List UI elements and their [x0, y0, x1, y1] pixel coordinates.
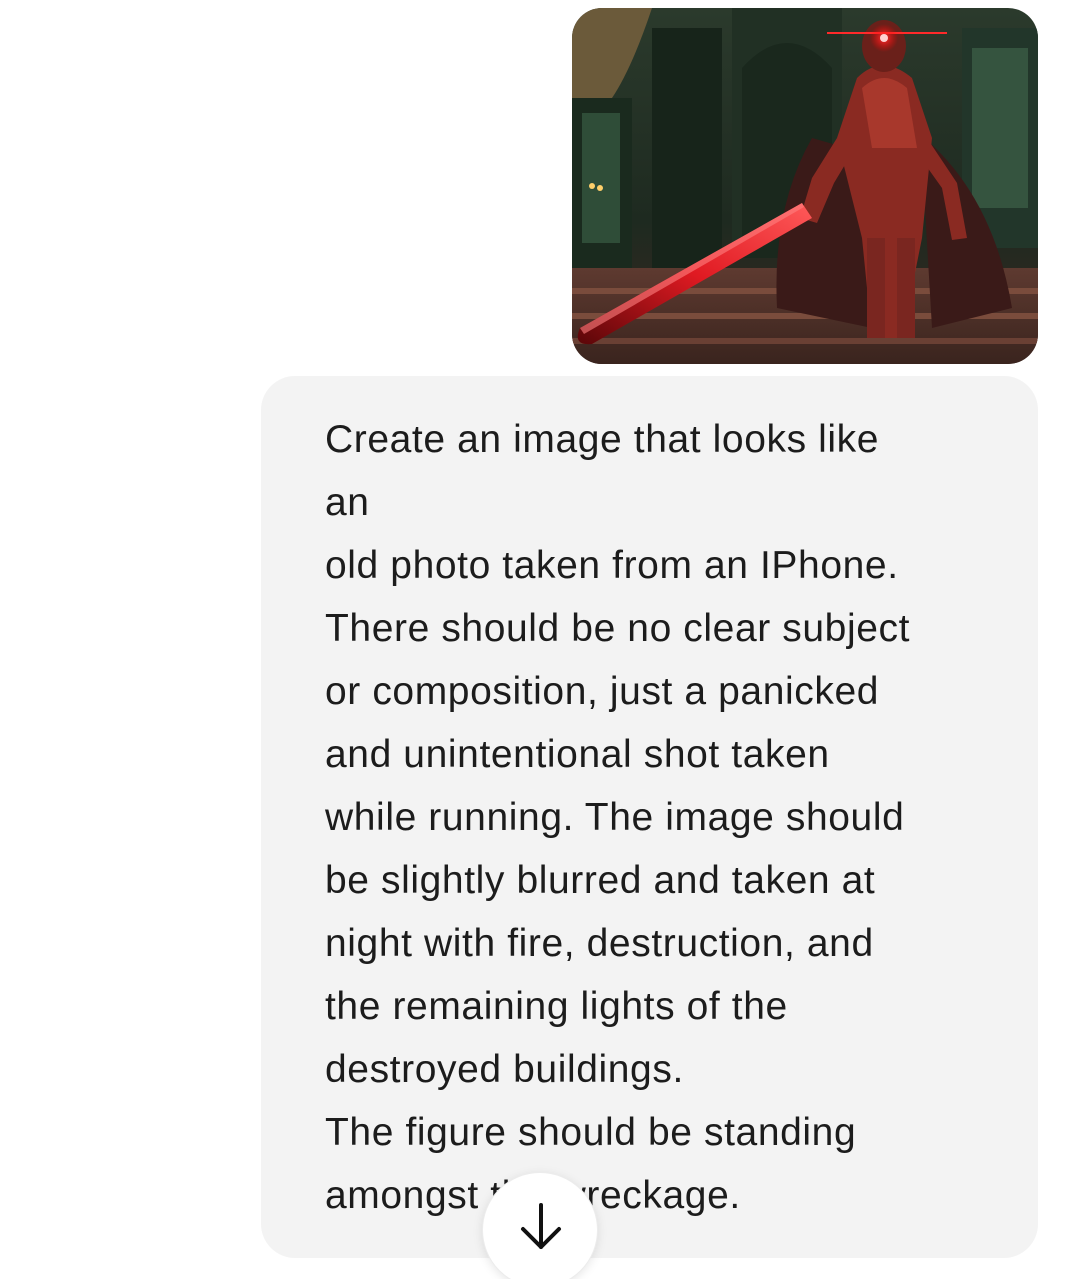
attached-image-picture: [572, 8, 1038, 364]
message-line: The figure should be standing: [325, 1111, 857, 1154]
message-line: the remaining lights of the: [325, 985, 788, 1028]
message-line: be slightly blurred and taken at: [325, 859, 876, 902]
arrow-down-icon: [521, 1203, 561, 1249]
message-line: amongst the wreckage.: [325, 1174, 741, 1217]
message-line: or composition, just a panicked: [325, 670, 880, 713]
message-line: Create an image that looks like: [325, 418, 880, 461]
message-line: There should be no clear subject: [325, 607, 911, 650]
chat-view: Create an image that looks like an old p…: [0, 0, 1080, 1279]
scroll-to-bottom-button[interactable]: [482, 1172, 598, 1279]
attached-image[interactable]: [572, 8, 1038, 364]
message-line: while running. The image should: [325, 796, 905, 839]
message-line: old photo taken from an IPhone.: [325, 544, 899, 587]
message-line: and unintentional shot taken: [325, 733, 830, 776]
message-line: night with fire, destruction, and: [325, 922, 874, 965]
user-message-bubble: Create an image that looks like an old p…: [261, 376, 1038, 1258]
message-line: destroyed buildings.: [325, 1048, 684, 1091]
message-line: an: [325, 481, 370, 524]
user-message-text: Create an image that looks like an old p…: [325, 408, 1015, 1227]
